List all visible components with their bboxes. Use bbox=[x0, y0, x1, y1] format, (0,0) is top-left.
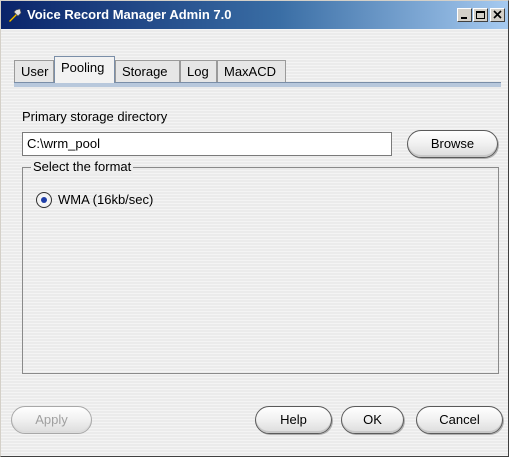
close-icon bbox=[493, 10, 502, 19]
app-tool-icon bbox=[7, 7, 23, 23]
format-group-label: Select the format bbox=[31, 159, 134, 174]
browse-button[interactable]: Browse bbox=[407, 130, 498, 158]
cancel-button[interactable]: Cancel bbox=[416, 406, 503, 434]
tab-user[interactable]: User bbox=[14, 60, 54, 82]
window-title: Voice Record Manager Admin 7.0 bbox=[27, 7, 232, 22]
format-wma-label[interactable]: WMA (16kb/sec) bbox=[58, 192, 153, 207]
help-button[interactable]: Help bbox=[255, 406, 332, 434]
format-wma-radio[interactable] bbox=[36, 192, 52, 208]
directory-input[interactable]: C:\wrm_pool bbox=[22, 132, 392, 156]
maximize-button[interactable] bbox=[473, 8, 488, 22]
directory-label: Primary storage directory bbox=[22, 109, 168, 124]
apply-button[interactable]: Apply bbox=[11, 406, 92, 434]
tab-log[interactable]: Log bbox=[180, 60, 217, 82]
title-bar[interactable]: Voice Record Manager Admin 7.0 bbox=[1, 1, 508, 29]
close-button[interactable] bbox=[490, 8, 505, 22]
radio-selected-dot bbox=[41, 197, 47, 203]
tab-maxacd[interactable]: MaxACD bbox=[217, 60, 286, 82]
admin-window: Voice Record Manager Admin 7.0 User Pool… bbox=[0, 0, 509, 457]
ok-button[interactable]: OK bbox=[341, 406, 404, 434]
tab-storage[interactable]: Storage bbox=[115, 60, 180, 82]
minimize-button[interactable] bbox=[457, 8, 472, 22]
tab-pooling[interactable]: Pooling bbox=[54, 56, 115, 83]
minimize-icon bbox=[461, 17, 467, 19]
maximize-icon bbox=[476, 11, 485, 19]
